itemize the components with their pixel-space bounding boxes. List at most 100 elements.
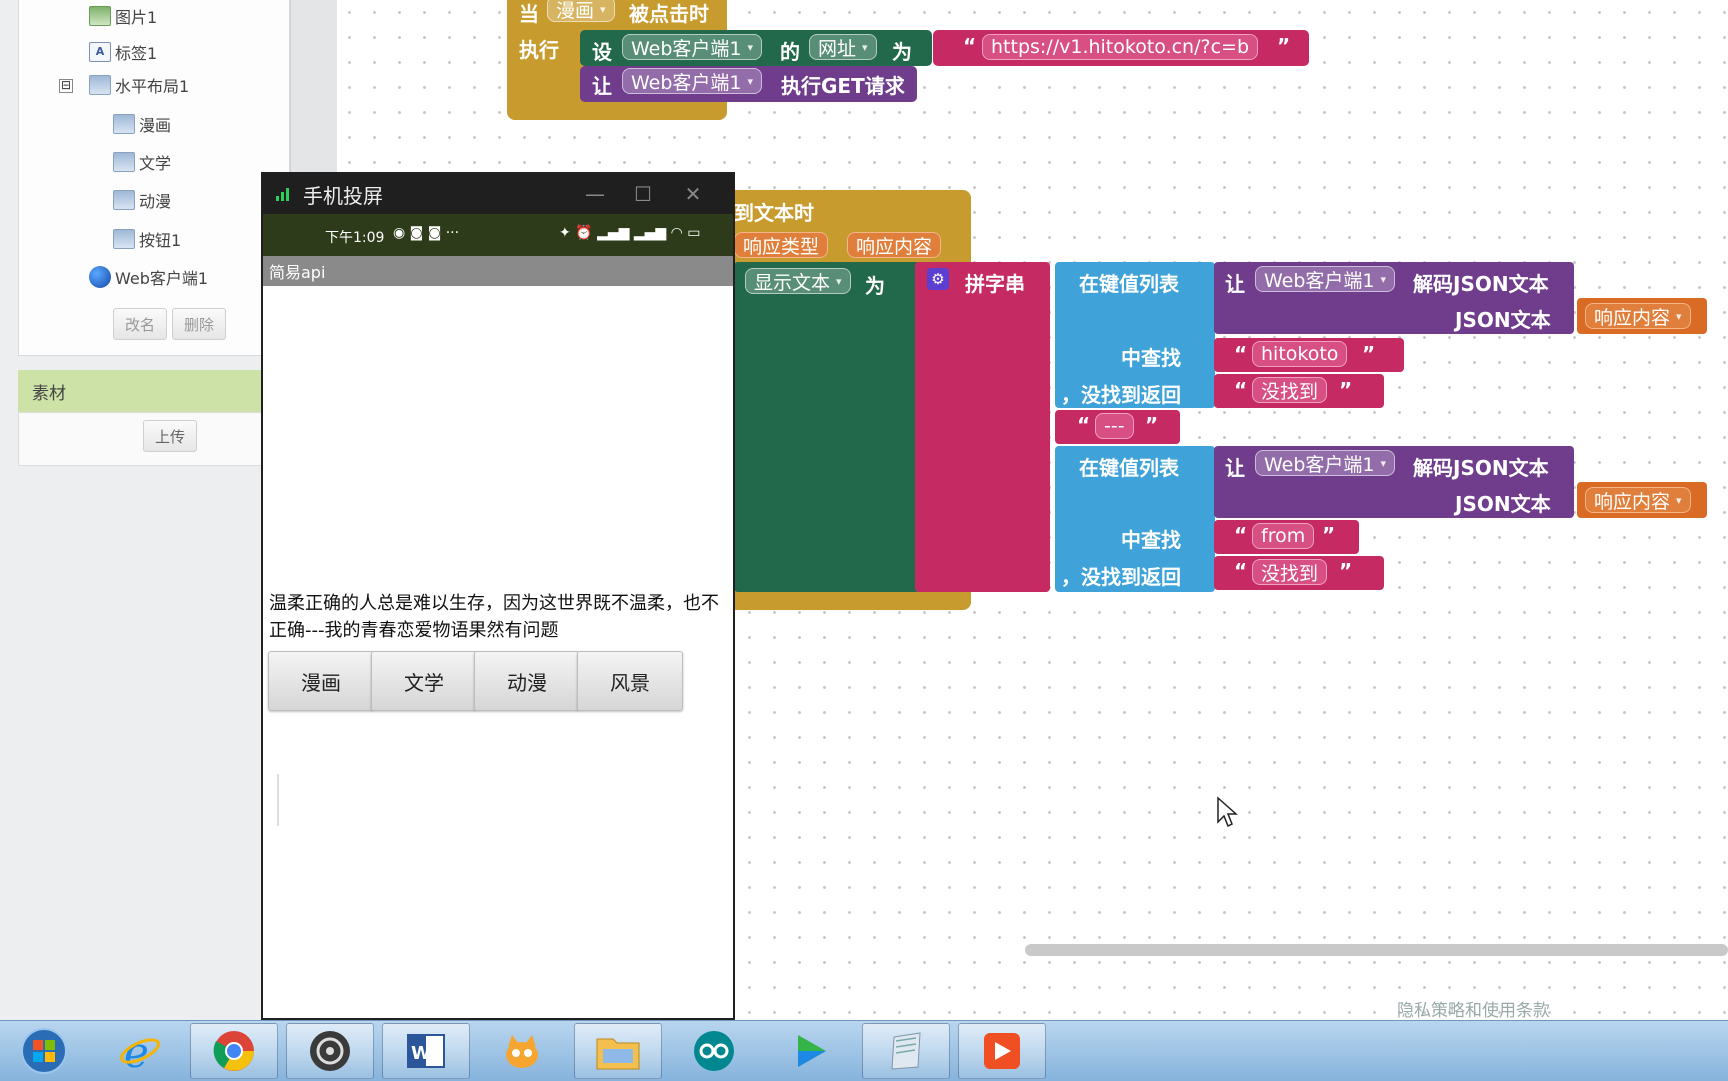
quote-label: 温柔正确的人总是难以生存，因为这世界既不温柔，也不正确---我的青春恋爱物语果然…: [269, 593, 719, 641]
app-inventor-icon[interactable]: [286, 1023, 374, 1079]
decode-method: 解码JSON文本: [1413, 272, 1549, 296]
not-found-string[interactable]: 没找到: [1252, 559, 1328, 585]
call-keyword: 让: [1225, 272, 1245, 296]
signal-icon: [276, 188, 289, 201]
word-icon[interactable]: W: [382, 1023, 470, 1079]
in-pairs-label: 在键值列表: [1079, 456, 1179, 480]
when-keyword: 当: [519, 2, 539, 26]
response-content-dropdown[interactable]: 响应内容 ▾: [1585, 303, 1691, 329]
label-icon: A: [89, 42, 111, 62]
to-keyword: 为: [892, 40, 912, 64]
anime-button[interactable]: 动漫: [474, 651, 580, 711]
set-label-text-block[interactable]: [734, 262, 920, 592]
minimize-icon[interactable]: —: [581, 180, 609, 208]
layout-icon: [89, 75, 111, 95]
scratch-icon[interactable]: [478, 1023, 566, 1079]
window-titlebar[interactable]: 手机投屏 — ☐ ✕: [263, 174, 733, 214]
tree-item-image1[interactable]: 图片1: [89, 2, 157, 30]
decode-method: 解码JSON文本: [1413, 456, 1549, 480]
horizontal-scrollbar[interactable]: [1025, 944, 1728, 956]
privacy-link[interactable]: 隐私策略和使用条款: [1397, 996, 1550, 1021]
in-pairs-label: 在键值列表: [1079, 272, 1179, 296]
ie-icon[interactable]: e: [96, 1023, 184, 1079]
join-label: 拼字串: [965, 272, 1025, 296]
component-tree: 图片1 A 标签1 ⊟ 水平布局1 漫画 文学 动漫 按钮1 Web客户端1 改…: [18, 0, 290, 356]
tree-item-label1[interactable]: A 标签1: [89, 38, 157, 66]
web-component-dropdown[interactable]: Web客户端1 ▾: [1255, 450, 1396, 476]
upload-button[interactable]: 上传: [143, 420, 197, 452]
scenery-button[interactable]: 风景: [577, 651, 683, 711]
button-icon: [113, 114, 135, 134]
arduino-icon[interactable]: [670, 1023, 758, 1079]
tree-item-label: 标签1: [115, 44, 158, 63]
param-response-type[interactable]: 响应类型: [734, 232, 829, 258]
tree-item-comic[interactable]: 漫画: [113, 110, 171, 138]
delete-button[interactable]: 删除: [172, 308, 226, 340]
not-found-label: ，没找到返回: [1061, 565, 1181, 589]
call-keyword: 让: [1225, 456, 1245, 480]
join-block[interactable]: [915, 262, 1050, 592]
tree-item-button1[interactable]: 按钮1: [113, 225, 181, 253]
gear-icon[interactable]: ⚙: [927, 268, 949, 290]
tree-item-label: 按钮1: [139, 231, 182, 250]
response-content-dropdown[interactable]: 响应内容 ▾: [1585, 487, 1691, 513]
status-time: 下午1:09: [325, 230, 385, 246]
comic-button[interactable]: 漫画: [268, 651, 374, 711]
button-icon: [113, 229, 135, 249]
image-icon: [89, 6, 111, 26]
tree-item-label: 漫画: [139, 116, 172, 135]
tree-item-literature[interactable]: 文学: [113, 148, 171, 176]
do-keyword: 执行: [519, 38, 559, 62]
tree-item-label: 图片1: [115, 8, 158, 27]
close-icon[interactable]: ✕: [679, 180, 707, 208]
event-name: 到文本时: [734, 201, 814, 225]
phone-scroll-indicator: [277, 774, 279, 826]
globe-icon: [89, 266, 111, 288]
windows-taskbar: e W: [0, 1020, 1728, 1081]
separator-string[interactable]: ---: [1095, 413, 1134, 439]
tree-item-label: Web客户端1: [115, 269, 209, 288]
button-icon: [113, 190, 135, 210]
web-component-dropdown[interactable]: Web客户端1 ▾: [622, 34, 763, 60]
collapse-icon[interactable]: ⊟: [59, 79, 73, 93]
app-title-bar: 简易api: [263, 256, 733, 286]
maximize-icon[interactable]: ☐: [629, 180, 657, 208]
json-text-label: JSON文本: [1455, 492, 1551, 516]
call-keyword: 让: [592, 74, 612, 98]
mouse-cursor-icon: [1217, 796, 1238, 828]
component-dropdown[interactable]: 漫画 ▾: [547, 0, 615, 22]
url-string[interactable]: https://v1.hitokoto.cn/?c=b: [982, 34, 1259, 60]
notepad-icon[interactable]: [862, 1023, 950, 1079]
set-keyword: 设: [592, 40, 612, 64]
svg-text:W: W: [411, 1043, 431, 1064]
tree-item-hlayout1[interactable]: 水平布局1: [89, 71, 189, 99]
json-text-label: JSON文本: [1455, 308, 1551, 332]
not-found-label: ，没找到返回: [1061, 383, 1181, 407]
tree-item-label: 动漫: [139, 192, 172, 211]
web-component-dropdown[interactable]: Web客户端1 ▾: [1255, 266, 1396, 292]
literature-button[interactable]: 文学: [371, 651, 477, 711]
folder-icon[interactable]: [574, 1023, 662, 1079]
video-recorder-icon[interactable]: [958, 1023, 1046, 1079]
start-orb-icon[interactable]: [0, 1023, 88, 1079]
web-component-dropdown[interactable]: Web客户端1 ▾: [622, 68, 763, 94]
tree-item-anime[interactable]: 动漫: [113, 186, 171, 214]
window-title: 手机投屏: [303, 183, 383, 208]
not-found-string[interactable]: 没找到: [1252, 377, 1328, 403]
param-response-content[interactable]: 响应内容: [847, 232, 942, 258]
phone-mirror-window[interactable]: 手机投屏 — ☐ ✕ 下午1:09 ◉ ◙ ◙ ··· ✦ ⏰ ▂▄▆ ▂▄▆ …: [261, 172, 735, 1020]
label-property-dropdown[interactable]: 显示文本 ▾: [745, 268, 851, 294]
android-status-bar: 下午1:09 ◉ ◙ ◙ ··· ✦ ⏰ ▂▄▆ ▂▄▆ ◠ ▭: [263, 214, 733, 256]
find-label: 中查找: [1121, 528, 1181, 552]
property-dropdown[interactable]: 网址 ▾: [809, 34, 877, 60]
tree-item-label: 文学: [139, 154, 172, 173]
rename-button[interactable]: 改名: [113, 308, 167, 340]
key-string[interactable]: hitokoto: [1252, 341, 1348, 367]
chrome-icon[interactable]: [190, 1023, 278, 1079]
key-string[interactable]: from: [1252, 523, 1315, 549]
get-method: 执行GET请求: [781, 74, 905, 98]
to-keyword: 为: [865, 274, 885, 298]
media-player-icon[interactable]: [766, 1023, 854, 1079]
tree-item-web1[interactable]: Web客户端1: [89, 263, 208, 291]
of-keyword: 的: [780, 40, 800, 64]
